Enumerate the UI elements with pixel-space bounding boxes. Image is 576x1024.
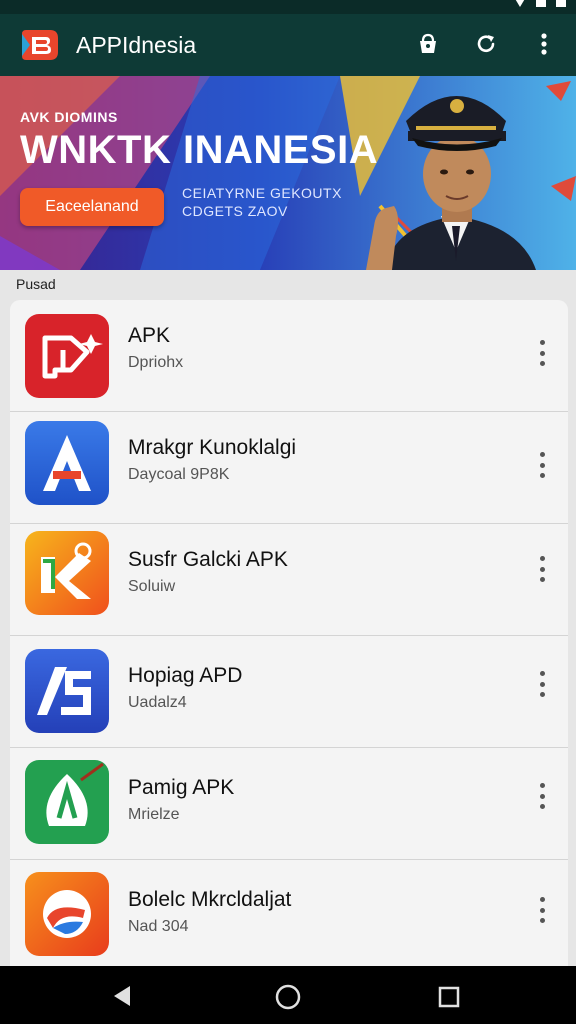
battery-icon bbox=[556, 0, 566, 7]
more-options-icon[interactable] bbox=[534, 452, 550, 478]
more-options-icon[interactable] bbox=[534, 340, 550, 366]
wifi-icon bbox=[514, 0, 526, 7]
app-icon bbox=[25, 531, 109, 615]
store-icon bbox=[420, 33, 436, 53]
banner-small-text: AVK DIOMINS bbox=[20, 109, 118, 125]
apk-app-icon bbox=[25, 314, 109, 398]
app-subtitle-text: Uadalz4 bbox=[128, 694, 187, 711]
app-bar: APPIdnesia bbox=[0, 14, 576, 76]
status-icons bbox=[514, 0, 566, 7]
promo-banner[interactable]: AVK DIOMINS WNKTK INANESIA Eaceelanand C… bbox=[0, 76, 576, 270]
officer-portrait bbox=[366, 81, 576, 270]
app-subtitle-text: Daycoal 9P8K bbox=[128, 466, 230, 483]
store-button[interactable] bbox=[414, 30, 442, 58]
banner-subtext: CEIATYRNE GEKOUTX CDGETS ZAOV bbox=[182, 184, 342, 220]
refresh-button[interactable] bbox=[472, 30, 500, 58]
app-subtitle-text: Nad 304 bbox=[128, 918, 189, 935]
app-actions bbox=[414, 30, 558, 58]
status-bar bbox=[0, 0, 576, 14]
banner-cta-button[interactable]: Eaceelanand bbox=[20, 188, 164, 226]
signal-icon bbox=[536, 0, 546, 7]
app-title: APPIdnesia bbox=[76, 32, 197, 58]
app-title-text: Pamig APK bbox=[128, 776, 235, 799]
back-icon[interactable] bbox=[112, 984, 132, 1008]
app-title-text: Bolelc Mkrcldaljat bbox=[128, 888, 292, 911]
app-list: APK Dpriohx Mrakgr Kunoklalgi Daycoal 9P… bbox=[10, 300, 568, 980]
list-item[interactable]: Pamig APK Mrielze bbox=[10, 748, 568, 860]
overflow-menu-button[interactable] bbox=[530, 30, 558, 58]
app-icon bbox=[25, 760, 109, 844]
green-a-app-icon bbox=[25, 760, 109, 844]
app-logo-icon bbox=[22, 30, 58, 60]
app-title-text: Susfr Galcki APK bbox=[128, 548, 288, 571]
more-options-icon[interactable] bbox=[534, 897, 550, 923]
app-icon bbox=[25, 421, 109, 505]
app-icon bbox=[25, 649, 109, 733]
more-options-icon[interactable] bbox=[534, 783, 550, 809]
app-subtitle-text: Dpriohx bbox=[128, 354, 184, 371]
k-letter-app-icon bbox=[25, 531, 109, 615]
swirl-app-icon bbox=[25, 872, 109, 956]
list-item[interactable]: Hopiag APD Uadalz4 bbox=[10, 636, 568, 748]
app-title-text: APK bbox=[128, 324, 171, 347]
a-letter-app-icon bbox=[25, 421, 109, 505]
list-item[interactable]: Susfr Galcki APK Soluiw bbox=[10, 524, 568, 636]
system-nav-bar bbox=[0, 966, 576, 1024]
app-icon bbox=[25, 872, 109, 956]
recents-icon[interactable] bbox=[438, 986, 460, 1008]
app-title-text: Hopiag APD bbox=[128, 664, 243, 687]
app-subtitle-text: Soluiw bbox=[128, 578, 176, 595]
section-label: Pusad bbox=[16, 276, 56, 292]
home-icon[interactable] bbox=[275, 984, 301, 1010]
more-options-icon[interactable] bbox=[534, 556, 550, 582]
as-letter-app-icon bbox=[25, 649, 109, 733]
app-icon bbox=[25, 314, 109, 398]
list-item[interactable]: Mrakgr Kunoklalgi Daycoal 9P8K bbox=[10, 412, 568, 524]
more-vert-icon bbox=[541, 33, 547, 55]
banner-sub-line1: CEIATYRNE GEKOUTX bbox=[182, 185, 342, 201]
list-item[interactable]: Bolelc Mkrcldaljat Nad 304 bbox=[10, 860, 568, 972]
app-subtitle-text: Mrielze bbox=[128, 806, 180, 823]
app-title-text: Mrakgr Kunoklalgi bbox=[128, 436, 297, 459]
banner-headline: WNKTK INANESIA bbox=[20, 128, 379, 172]
more-options-icon[interactable] bbox=[534, 671, 550, 697]
refresh-icon bbox=[477, 35, 495, 53]
banner-sub-line2: CDGETS ZAOV bbox=[182, 203, 288, 219]
list-item[interactable]: APK Dpriohx bbox=[10, 300, 568, 412]
